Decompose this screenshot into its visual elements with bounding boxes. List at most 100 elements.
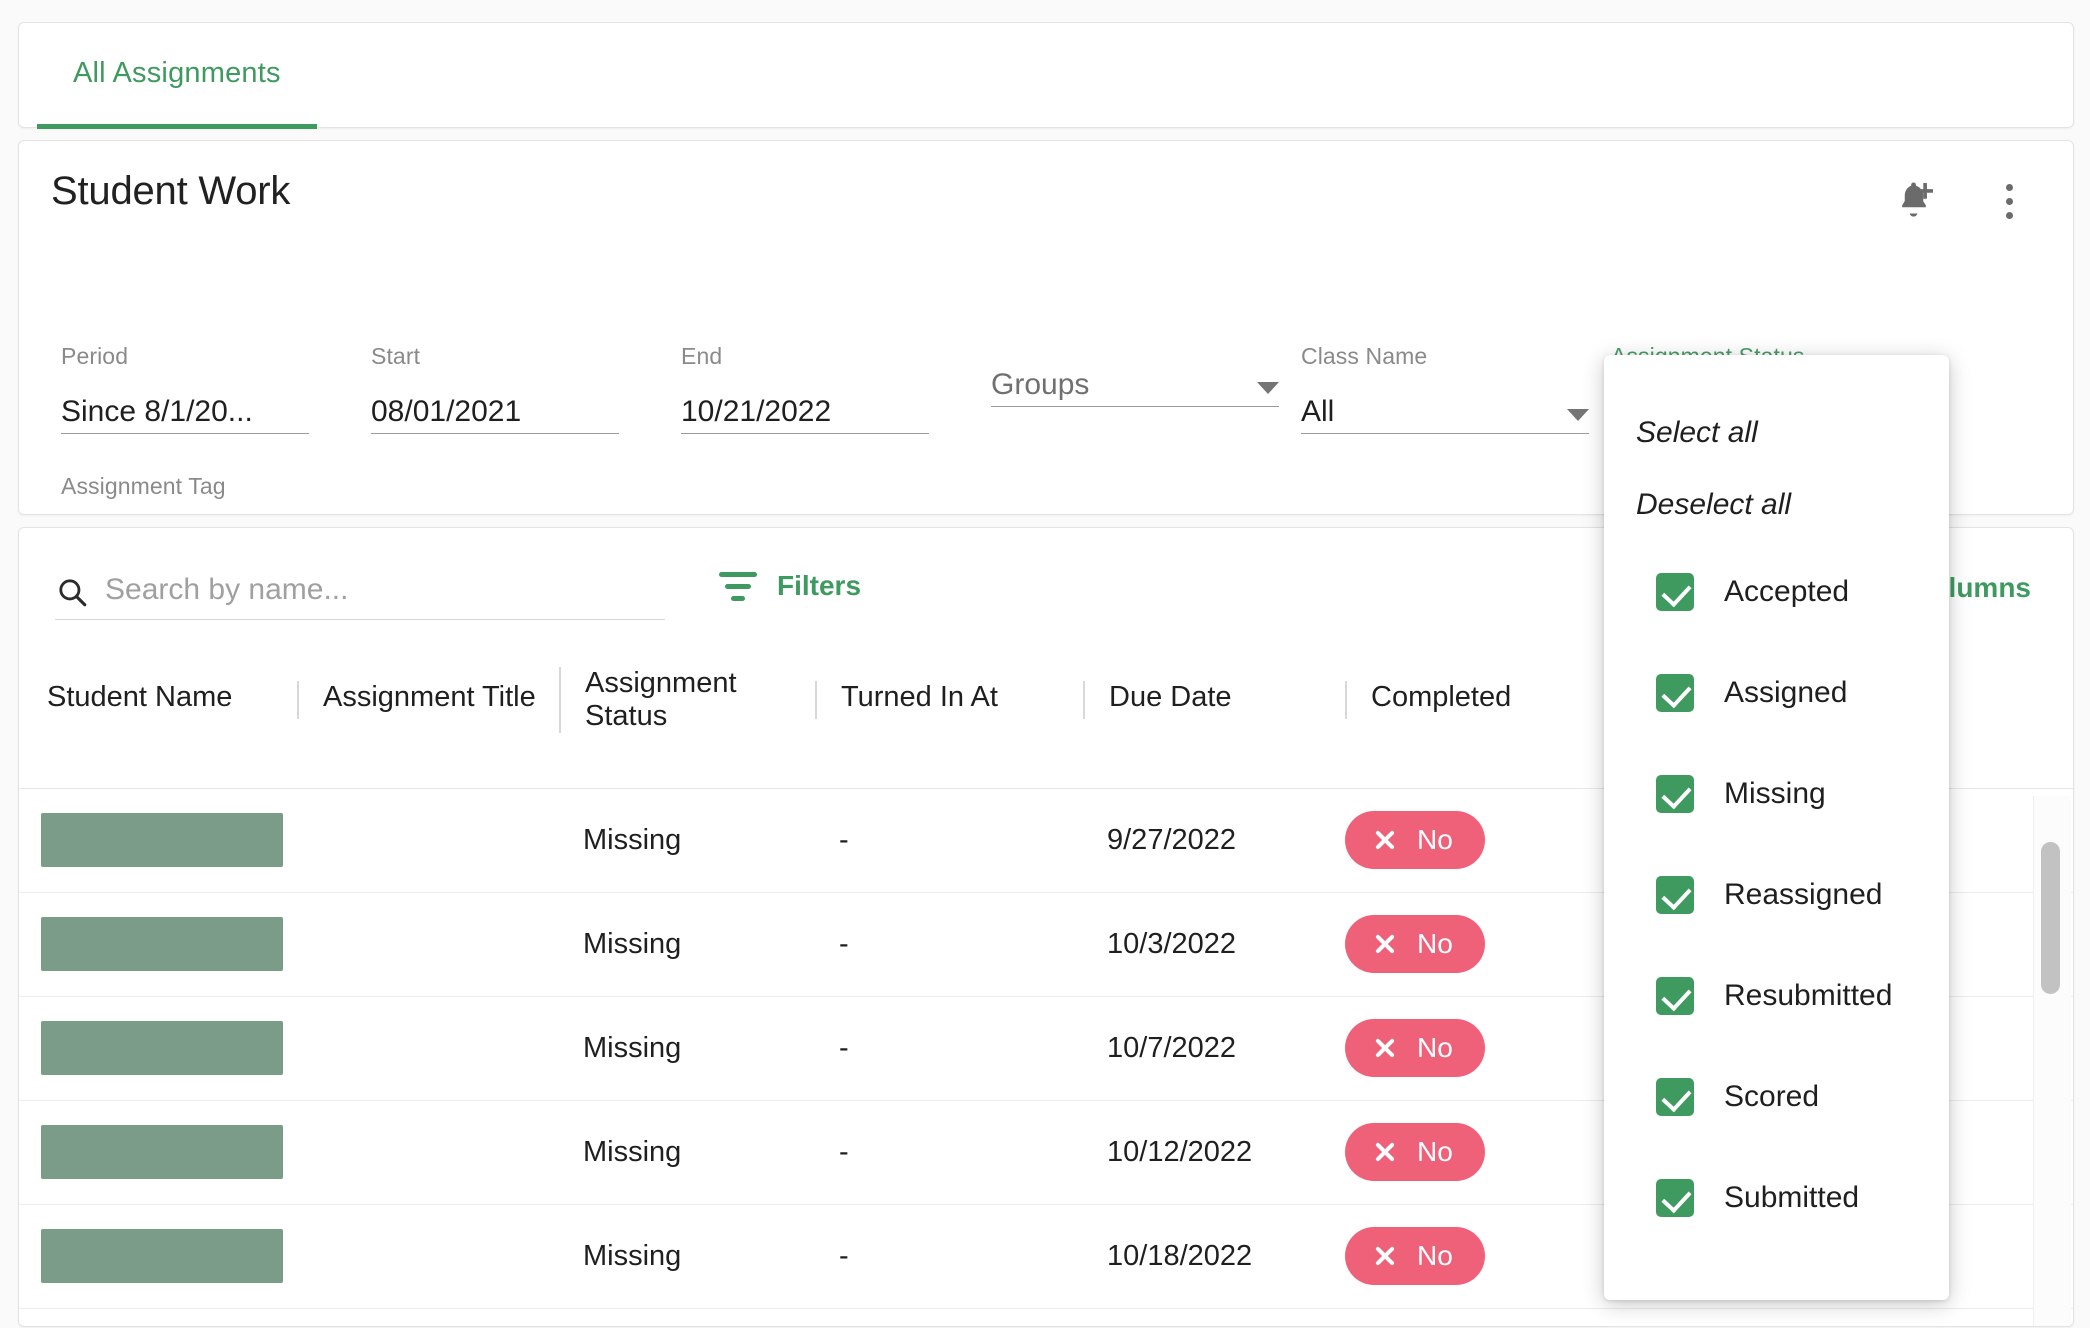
filter-start-date[interactable]: Start 08/01/2021 — [371, 343, 619, 434]
cell-assignment-status: Missing — [559, 1100, 815, 1205]
chevron-down-icon[interactable] — [1257, 382, 1279, 394]
turned-in-at-text: - — [839, 1031, 849, 1064]
filter-class-name-label: Class Name — [1301, 343, 1428, 369]
status-badge-label: No — [1417, 1240, 1453, 1271]
filter-start-label: Start — [371, 343, 421, 369]
filter-end-date[interactable]: End 10/21/2022 — [681, 343, 929, 434]
cell-assignment-title — [297, 996, 559, 1101]
turned-in-at-text: - — [839, 1135, 849, 1168]
filter-end-value: 10/21/2022 — [681, 395, 832, 428]
cell-student-name — [19, 996, 297, 1101]
dropdown-option-assigned[interactable]: Assigned — [1604, 642, 1949, 743]
status-badge-label: No — [1417, 928, 1453, 959]
turned-in-at-text: - — [839, 1239, 849, 1272]
checkbox-checked-icon[interactable] — [1656, 774, 1694, 813]
status-badge[interactable]: No — [1345, 1019, 1485, 1077]
kebab-menu-icon[interactable] — [1985, 177, 2033, 225]
due-date-text: 10/12/2022 — [1107, 1135, 1253, 1168]
filter-start-value: 08/01/2021 — [371, 395, 522, 428]
column-header-due-date[interactable]: Due Date — [1083, 648, 1345, 789]
dropdown-option-label: Accepted — [1724, 574, 1850, 608]
dropdown-option-scored[interactable]: Scored — [1604, 1046, 1949, 1147]
status-badge-label: No — [1417, 824, 1453, 855]
dropdown-option-reassigned[interactable]: Reassigned — [1604, 844, 1949, 945]
column-header-assignment-title[interactable]: Assignment Title — [297, 648, 559, 789]
status-badge-label: No — [1417, 1032, 1453, 1063]
status-badge[interactable]: No — [1345, 811, 1485, 869]
close-icon — [1371, 930, 1399, 958]
dropdown-option-label: Reassigned — [1724, 877, 1883, 911]
checkbox-checked-icon[interactable] — [1656, 875, 1694, 914]
cell-student-name — [19, 892, 297, 997]
filter-class-name-value: All — [1301, 395, 1335, 428]
checkbox-checked-icon[interactable] — [1656, 572, 1694, 611]
assignment-status-text: Missing — [583, 1239, 682, 1272]
due-date-text: 9/27/2022 — [1107, 823, 1237, 856]
assignment-status-dropdown: Select all Deselect all Accepted Assigne… — [1604, 355, 1949, 1300]
tab-bar: All Assignments — [18, 22, 2074, 129]
turned-in-at-text: - — [839, 927, 849, 960]
dropdown-option-missing[interactable]: Missing — [1604, 743, 1949, 844]
cell-student-name — [19, 788, 297, 893]
dropdown-select-all[interactable]: Select all — [1604, 397, 1949, 469]
filter-groups-value: Groups — [991, 368, 1090, 401]
filter-period-value: Since 8/1/20... — [61, 395, 253, 428]
column-header-student-name[interactable]: Student Name — [19, 648, 297, 789]
redacted-student-name — [41, 1021, 283, 1075]
checkbox-checked-icon[interactable] — [1656, 673, 1694, 712]
dropdown-deselect-all[interactable]: Deselect all — [1604, 469, 1949, 541]
due-date-text: 10/7/2022 — [1107, 1031, 1237, 1064]
status-badge[interactable]: No — [1345, 915, 1485, 973]
cell-turned-in-at: - — [815, 996, 1083, 1101]
checkbox-checked-icon[interactable] — [1656, 1077, 1694, 1116]
table-scrollbar[interactable] — [2033, 796, 2071, 1326]
close-icon — [1371, 826, 1399, 854]
close-icon — [1371, 1138, 1399, 1166]
cell-student-name — [19, 1204, 297, 1309]
cell-assignment-status: Missing — [559, 788, 815, 893]
bell-plus-icon[interactable] — [1889, 177, 1937, 225]
assignment-status-text: Missing — [583, 823, 682, 856]
cell-assignment-title — [297, 892, 559, 997]
dropdown-option-label: Scored — [1724, 1079, 1820, 1113]
column-header-turned-in-at[interactable]: Turned In At — [815, 648, 1083, 789]
checkbox-checked-icon[interactable] — [1656, 976, 1694, 1015]
column-header-assignment-status[interactable]: Assignment Status — [559, 648, 815, 789]
filter-icon — [719, 571, 757, 601]
turned-in-at-text: - — [839, 823, 849, 856]
cell-assignment-status: Missing — [559, 1204, 815, 1309]
checkbox-checked-icon[interactable] — [1656, 1178, 1694, 1217]
cell-turned-in-at: - — [815, 1204, 1083, 1309]
filters-button-label: Filters — [777, 570, 862, 601]
status-badge[interactable]: No — [1345, 1227, 1485, 1285]
tab-label: All Assignments — [73, 57, 281, 89]
column-label: Student Name — [47, 680, 233, 713]
close-icon — [1371, 1242, 1399, 1270]
search-field[interactable] — [55, 564, 665, 620]
cell-assignment-status: Missing — [559, 892, 815, 997]
dropdown-option-label: Submitted — [1724, 1180, 1860, 1214]
scrollbar-thumb[interactable] — [2041, 842, 2060, 994]
dropdown-option-resubmitted[interactable]: Resubmitted — [1604, 945, 1949, 1046]
chevron-down-icon[interactable] — [1567, 409, 1589, 421]
cell-due-date: 9/27/2022 — [1083, 788, 1345, 893]
redacted-student-name — [41, 813, 283, 867]
filter-end-label: End — [681, 343, 723, 369]
status-badge-label: No — [1417, 1136, 1453, 1167]
filter-groups[interactable]: Groups — [991, 343, 1279, 407]
search-input[interactable] — [105, 572, 665, 611]
cell-turned-in-at: - — [815, 788, 1083, 893]
dropdown-option-accepted[interactable]: Accepted — [1604, 541, 1949, 642]
filters-button[interactable]: Filters — [719, 570, 861, 602]
dropdown-option-label: Missing — [1724, 776, 1826, 810]
column-label: Assignment Title — [297, 680, 559, 719]
dropdown-option-submitted[interactable]: Submitted — [1604, 1147, 1949, 1248]
filter-period[interactable]: Period Since 8/1/20... — [61, 343, 309, 434]
close-icon — [1371, 1034, 1399, 1062]
status-badge[interactable]: No — [1345, 1123, 1485, 1181]
cell-assignment-status: Missing — [559, 996, 815, 1101]
filter-class-name[interactable]: Class Name All — [1301, 343, 1589, 434]
tab-all-assignments[interactable]: All Assignments — [37, 23, 317, 129]
due-date-text: 10/18/2022 — [1107, 1239, 1253, 1272]
redacted-student-name — [41, 917, 283, 971]
